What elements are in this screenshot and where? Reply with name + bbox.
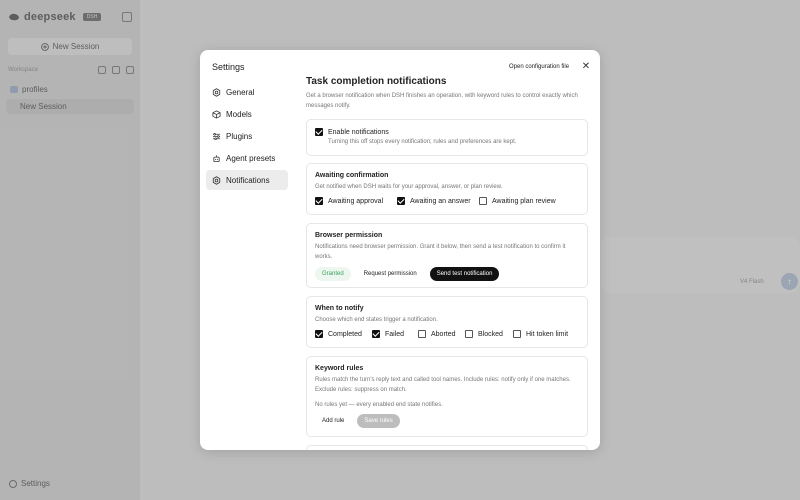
section-title: Task completion notifications <box>306 76 447 87</box>
awaiting-title: Awaiting confirmation <box>315 172 389 179</box>
bell-icon <box>212 175 221 185</box>
keyword-description: Rules match the turn's reply text and ca… <box>315 377 571 393</box>
request-permission-button[interactable]: Request permission <box>356 267 424 281</box>
add-rule-button[interactable]: Add rule <box>315 414 352 428</box>
modal-title: Settings <box>212 62 245 72</box>
settings-nav: General Models Plugins Agent presets Not… <box>206 82 288 192</box>
awaiting-plan-review-checkbox[interactable]: Awaiting plan review <box>479 197 556 205</box>
permission-description: Notifications need browser permission. G… <box>315 244 566 260</box>
keyword-actions: Add rule Save rules <box>315 414 579 428</box>
keyword-empty-text: No rules yet — every enabled end state n… <box>315 402 443 408</box>
option-label: Blocked <box>478 330 503 338</box>
cube-icon <box>212 109 221 119</box>
next-card <box>306 445 588 450</box>
section-description: Get a browser notification when DSH fini… <box>306 93 578 109</box>
checkbox-box[interactable] <box>418 330 426 338</box>
close-icon[interactable]: ✕ <box>580 61 592 73</box>
nav-label: Plugins <box>226 131 253 141</box>
nav-label: General <box>226 87 255 97</box>
completed-checkbox[interactable]: Completed <box>315 330 372 338</box>
hit-token-limit-checkbox[interactable]: Hit token limit <box>513 330 568 338</box>
checkbox-box[interactable] <box>513 330 521 338</box>
enable-label: Enable notifications <box>328 128 389 136</box>
agent-icon <box>213 154 220 162</box>
awaiting-card: Awaiting confirmation Get notified when … <box>306 163 588 215</box>
checkbox-box[interactable] <box>315 197 323 205</box>
keyword-title: Keyword rules <box>315 365 364 372</box>
nav-item-plugins[interactable]: Plugins <box>206 126 288 146</box>
nav-label: Models <box>226 109 252 119</box>
blocked-checkbox[interactable]: Blocked <box>465 330 513 338</box>
send-test-notification-button[interactable]: Send test notification <box>429 267 500 281</box>
settings-modal: Settings Open configuration file ✕ Gener… <box>200 50 600 450</box>
nav-item-agent-presets[interactable]: Agent presets <box>206 148 288 168</box>
awaiting-approval-checkbox[interactable]: Awaiting approval <box>315 197 397 205</box>
awaiting-description: Get notified when DSH waits for your app… <box>315 184 503 190</box>
option-label: Aborted <box>431 330 456 338</box>
awaiting-options: Awaiting approval Awaiting an answer Awa… <box>315 197 579 205</box>
nav-label: Notifications <box>226 175 270 185</box>
option-label: Awaiting an answer <box>410 197 471 205</box>
nav-item-notifications[interactable]: Notifications <box>206 170 288 190</box>
when-options: Completed Failed Aborted Blocked Hit tok… <box>315 330 579 338</box>
open-config-button[interactable]: Open configuration file <box>504 60 575 74</box>
checkbox-box[interactable] <box>315 128 323 136</box>
option-label: Completed <box>328 330 362 338</box>
option-label: Awaiting plan review <box>492 197 556 205</box>
gear-icon <box>212 87 221 97</box>
permission-card: Browser permission Notifications need br… <box>306 223 588 288</box>
permission-title: Browser permission <box>315 232 383 239</box>
nav-item-general[interactable]: General <box>206 82 288 102</box>
nav-item-models[interactable]: Models <box>206 104 288 124</box>
option-label: Failed <box>385 330 405 338</box>
checkbox-box[interactable] <box>465 330 473 338</box>
failed-checkbox[interactable]: Failed <box>372 330 418 338</box>
checkbox-box[interactable] <box>315 330 323 338</box>
notifications-panel: Task completion notifications Get a brow… <box>306 76 588 450</box>
enable-notifications-checkbox[interactable]: Enable notifications <box>315 128 579 136</box>
awaiting-answer-checkbox[interactable]: Awaiting an answer <box>397 197 479 205</box>
checkbox-box[interactable] <box>397 197 405 205</box>
save-rules-button[interactable]: Save rules <box>357 414 400 428</box>
plugins-icon <box>212 132 221 140</box>
when-title: When to notify <box>315 305 364 312</box>
enable-description: Turning this off stops every notificatio… <box>328 139 517 145</box>
when-description: Choose which end states trigger a notifi… <box>315 317 438 323</box>
option-label: Hit token limit <box>526 330 569 338</box>
aborted-checkbox[interactable]: Aborted <box>418 330 465 338</box>
checkbox-box[interactable] <box>479 197 487 205</box>
when-card: When to notify Choose which end states t… <box>306 296 588 348</box>
checkbox-box[interactable] <box>372 330 380 338</box>
granted-badge: Granted <box>315 267 351 281</box>
nav-label: Agent presets <box>226 153 276 163</box>
permission-actions: Granted Request permission Send test not… <box>315 267 579 281</box>
option-label: Awaiting approval <box>328 197 384 205</box>
keyword-rules-card: Keyword rules Rules match the turn's rep… <box>306 356 588 437</box>
enable-card: Enable notifications Turning this off st… <box>306 119 588 156</box>
